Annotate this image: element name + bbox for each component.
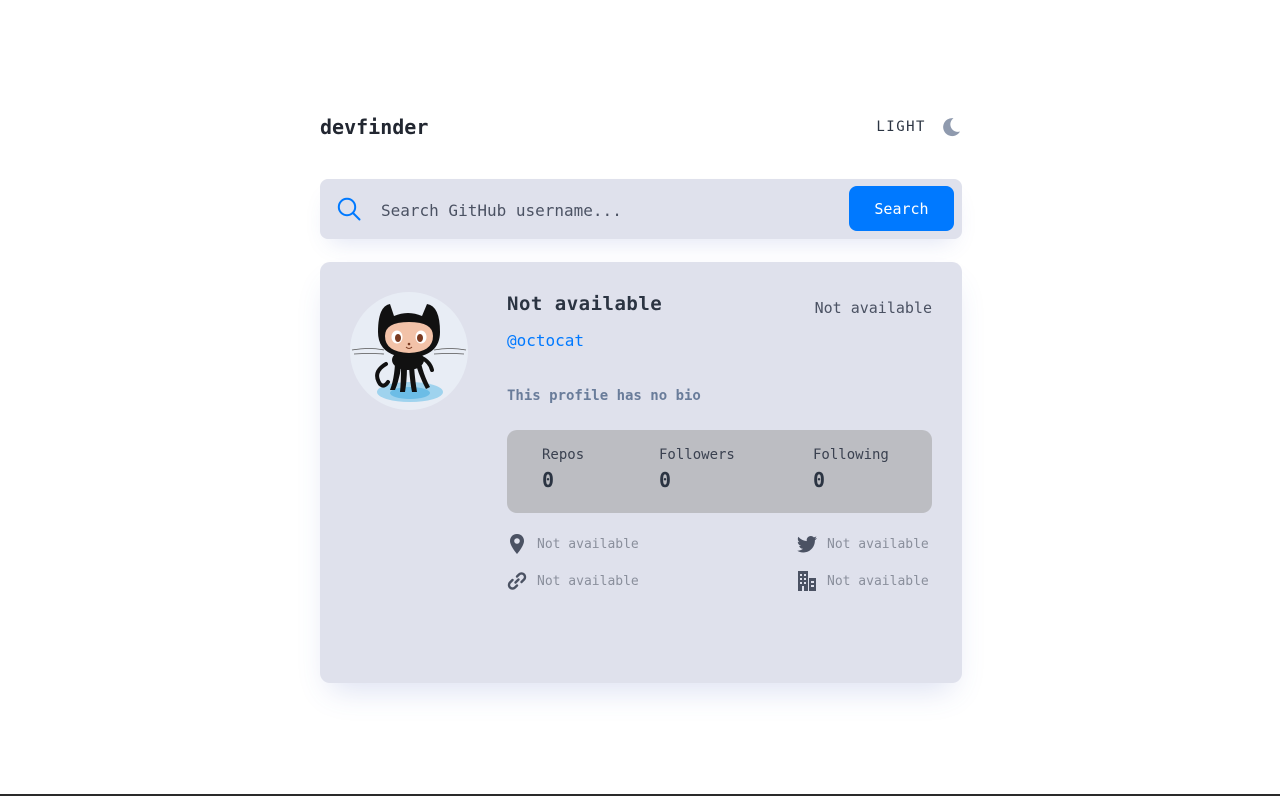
twitter-text: Not available xyxy=(827,536,929,552)
link-icon xyxy=(507,571,527,591)
search-icon xyxy=(337,197,361,221)
stat-repos: Repos 0 xyxy=(542,447,584,492)
stat-label: Repos xyxy=(542,447,585,463)
stats-panel: Repos 0 Followers 0 Following 0 xyxy=(507,430,932,513)
profile-card: Not available Not available @octocat Thi… xyxy=(320,262,962,683)
theme-toggle[interactable]: LIGHT xyxy=(876,116,962,138)
stat-label: Followers xyxy=(659,447,735,463)
profile-bio: This profile has no bio xyxy=(507,388,701,404)
app-header: devfinder LIGHT xyxy=(320,106,962,148)
moon-icon xyxy=(940,116,962,138)
devfinder-app: devfinder LIGHT Search GitHub username..… xyxy=(320,106,962,683)
search-button[interactable]: Search xyxy=(849,186,954,231)
stat-value: 0 xyxy=(659,468,672,492)
stat-label: Following xyxy=(813,447,889,463)
location-item: Not available xyxy=(507,534,639,554)
octocat-avatar xyxy=(350,292,468,410)
profile-name: Not available xyxy=(507,293,663,315)
website-item[interactable]: Not available xyxy=(507,571,639,591)
stat-value: 0 xyxy=(542,468,555,492)
stat-following: Following 0 xyxy=(813,447,889,492)
twitter-icon xyxy=(797,534,817,554)
theme-toggle-label: LIGHT xyxy=(876,119,926,135)
building-icon xyxy=(797,571,817,591)
location-text: Not available xyxy=(537,536,639,552)
stat-followers: Followers 0 xyxy=(659,447,735,492)
twitter-item[interactable]: Not available xyxy=(797,534,929,554)
company-item: Not available xyxy=(797,571,929,591)
website-text: Not available xyxy=(537,573,639,589)
app-logo: devfinder xyxy=(320,115,429,139)
location-pin-icon xyxy=(507,534,527,554)
stat-value: 0 xyxy=(813,468,826,492)
search-bar: Search xyxy=(320,179,962,239)
joined-date: Not available xyxy=(814,299,932,317)
search-input[interactable] xyxy=(379,191,833,229)
company-text: Not available xyxy=(827,573,929,589)
profile-login-link[interactable]: @octocat xyxy=(507,331,584,350)
